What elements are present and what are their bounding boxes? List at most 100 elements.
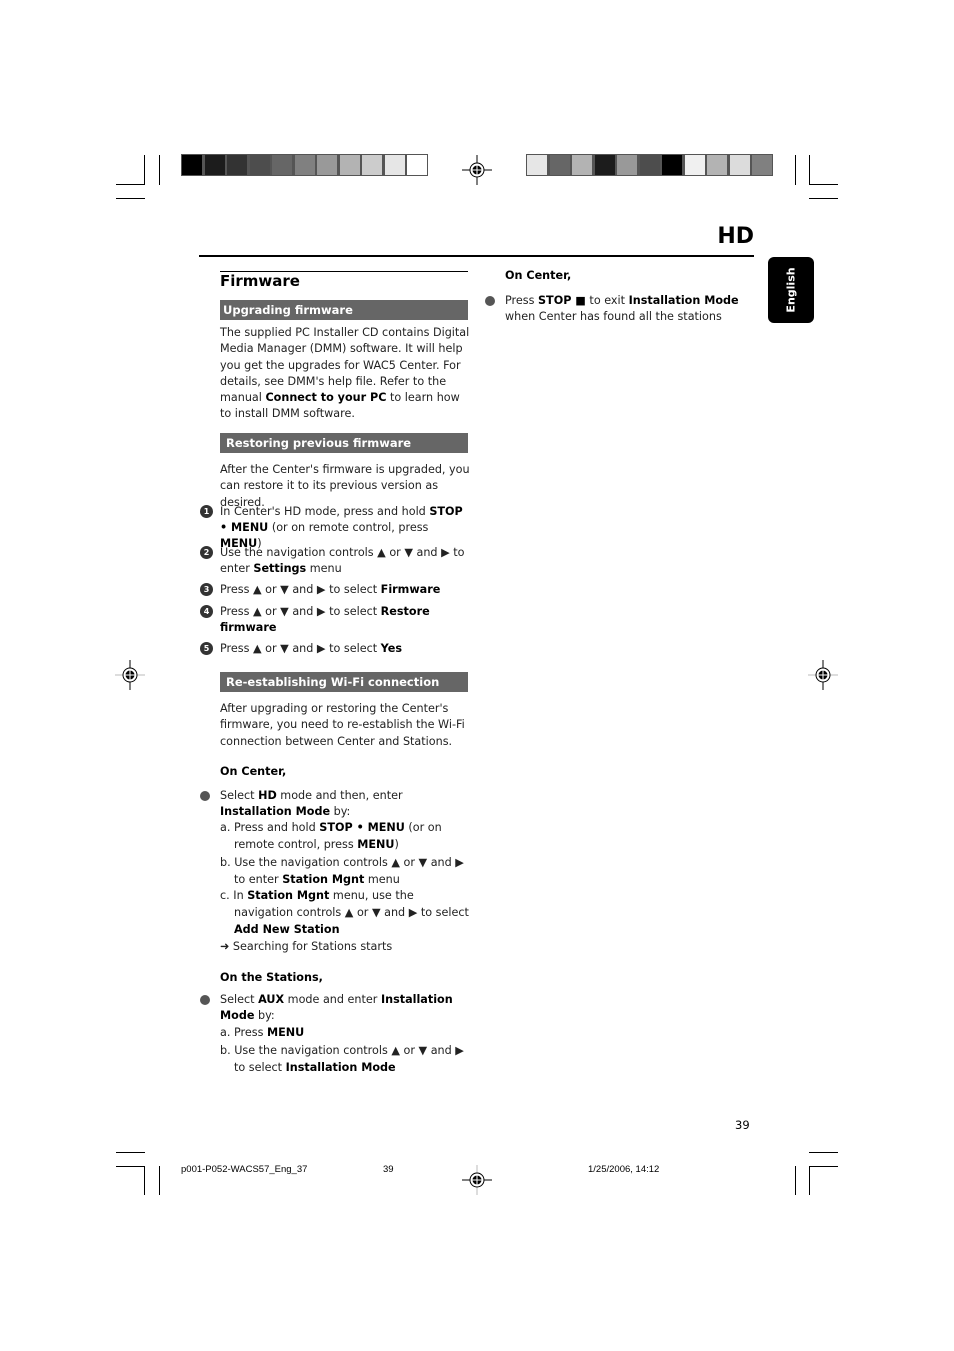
color-swatch [594, 155, 615, 175]
center-bullet-text: Select HD mode and then, enter Installat… [220, 788, 470, 821]
bold-text: STOP • MENU [319, 821, 405, 834]
bold-text: Installation Mode [628, 294, 739, 307]
text: menu [364, 873, 400, 886]
footer-page: 39 [383, 1164, 394, 1175]
text: Press ▲ or ▼ and ▶ to select [220, 605, 381, 618]
bold-text: Add New Station [234, 923, 340, 936]
bold-text: Installation Mode [285, 1061, 396, 1074]
section-code: HD [717, 224, 754, 249]
restore-step: Press ▲ or ▼ and ▶ to select Yes [220, 641, 470, 657]
crop-mark [116, 1152, 145, 1153]
bold-text: Installation Mode [220, 805, 331, 819]
section-title: Firmware [220, 272, 300, 290]
text: when Center has found all the stations [505, 310, 722, 324]
reestablishing-intro: After upgrading or restoring the Center'… [220, 702, 465, 748]
color-swatch [752, 155, 772, 175]
step-number-icon: 1 [200, 505, 213, 518]
color-swatch [204, 155, 225, 175]
bold-text: MENU [266, 1026, 305, 1039]
crop-mark [144, 155, 145, 185]
color-calibration-bar-right [526, 154, 773, 176]
color-swatch [572, 155, 592, 175]
text: Press ▲ or ▼ and ▶ to select [220, 642, 381, 655]
color-swatch [639, 155, 660, 175]
substep: a. Press MENU [220, 1024, 470, 1041]
bold-text: Yes [380, 642, 402, 655]
page-number: 39 [735, 1118, 750, 1132]
text: (or on remote control, press [268, 521, 429, 534]
crop-mark [116, 1166, 145, 1167]
color-swatch [549, 155, 570, 175]
crop-mark [159, 1166, 160, 1195]
text: to exit [585, 294, 629, 307]
upgrading-paragraph: The supplied PC Installer CD contains Di… [220, 326, 470, 421]
crop-mark [809, 184, 838, 185]
crop-mark [795, 1166, 796, 1195]
footer-file-name: p001-P052-WACS57_Eng_37 [181, 1164, 308, 1175]
crop-mark [809, 1152, 838, 1153]
heading-reestablishing-wifi: Re-establishing Wi-Fi connection [220, 672, 468, 692]
crop-mark [116, 198, 145, 199]
header-rule [199, 255, 754, 257]
on-center-label: On Center, [220, 765, 287, 778]
color-swatch [317, 155, 337, 175]
substep: b. Use the navigation controls ▲ or ▼ an… [220, 854, 470, 888]
text: by: [330, 805, 351, 819]
bold-text: Station Mgnt [282, 873, 365, 886]
center-result: ➜ Searching for Stations starts [220, 940, 393, 953]
footer-timestamp: 1/25/2006, 14:12 [588, 1164, 660, 1175]
color-swatch [182, 155, 202, 175]
color-swatch [527, 155, 547, 175]
crop-mark [809, 1166, 838, 1167]
restore-step: Press ▲ or ▼ and ▶ to select Restore fir… [220, 604, 470, 637]
text: mode and enter [284, 993, 381, 1006]
color-swatch [729, 155, 750, 175]
on-stations-label: On the Stations, [220, 971, 323, 984]
step-number-icon: 5 [200, 642, 213, 655]
language-tab: English [768, 257, 814, 323]
text: Press ▲ or ▼ and ▶ to select [220, 583, 381, 596]
color-swatch [294, 155, 315, 175]
color-calibration-bar-left [181, 154, 428, 176]
color-swatch [249, 155, 270, 175]
registration-mark-icon [462, 1165, 492, 1195]
text: a. Press [220, 1026, 267, 1039]
color-swatch [707, 155, 727, 175]
substep: a. Press and hold STOP • MENU (or on rem… [220, 819, 470, 853]
registration-mark-icon [808, 660, 838, 690]
text: mode and then, enter [276, 789, 403, 802]
crop-mark [116, 184, 145, 185]
registration-mark-icon [462, 155, 492, 185]
step-number-icon: 4 [200, 605, 213, 618]
heading-restoring-firmware: Restoring previous firmware [220, 433, 468, 453]
color-swatch [227, 155, 247, 175]
stations-bullet-text: Select AUX mode and enter Installation M… [220, 992, 470, 1025]
text: ) [394, 838, 399, 851]
bullet-icon [200, 995, 210, 1005]
registration-mark-icon [115, 660, 145, 690]
bullet-icon [485, 296, 495, 306]
bold-text: MENU [357, 838, 395, 851]
crop-mark [144, 1166, 145, 1195]
color-swatch [617, 155, 637, 175]
substep: b. Use the navigation controls ▲ or ▼ an… [220, 1042, 470, 1076]
color-swatch [662, 155, 682, 175]
color-swatch [684, 155, 705, 175]
text: Select [220, 993, 259, 1006]
text: by: [254, 1009, 275, 1023]
color-swatch [339, 155, 360, 175]
bold-text: Firmware [380, 583, 441, 596]
color-swatch [272, 155, 292, 175]
heading-upgrading-firmware: Upgrading firmware [220, 300, 468, 320]
color-swatch [362, 155, 382, 175]
text: Select [220, 789, 259, 802]
crop-mark [159, 155, 160, 185]
crop-mark [809, 198, 838, 199]
right-bullet-text: Press STOP ■ to exit Installation Mode w… [505, 293, 750, 326]
text: In Center's HD mode, press and hold [220, 505, 430, 518]
bold-text: HD [258, 789, 277, 802]
restore-step: Press ▲ or ▼ and ▶ to select Firmware [220, 582, 470, 598]
text: c. In [220, 889, 248, 902]
bold-text: STOP ■ [538, 294, 586, 307]
substep: c. In Station Mgnt menu, use the navigat… [220, 887, 470, 938]
